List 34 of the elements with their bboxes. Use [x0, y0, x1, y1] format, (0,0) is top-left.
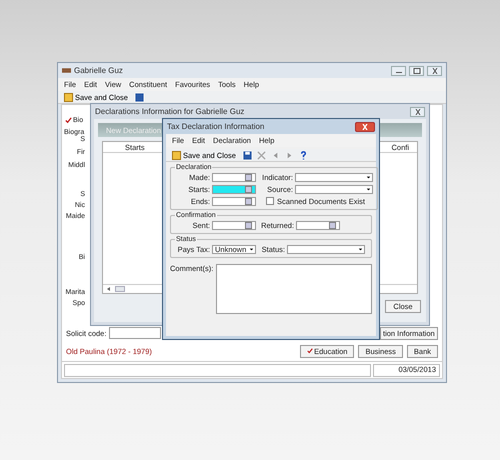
checkbox[interactable] — [266, 197, 274, 205]
save-icon — [172, 150, 181, 160]
date-field[interactable] — [212, 196, 256, 206]
comments-field[interactable] — [216, 264, 372, 314]
scrollbar-thumb[interactable] — [115, 286, 125, 292]
dropdown-arrow-icon[interactable] — [357, 246, 364, 252]
close-icon — [360, 124, 370, 130]
date-field[interactable] — [212, 220, 256, 230]
next-icon[interactable] — [284, 150, 294, 160]
window-title: Declarations Information for Gabrielle Guz — [95, 107, 244, 116]
check-icon — [307, 348, 314, 354]
date-field[interactable] — [212, 184, 256, 194]
close-button[interactable] — [410, 106, 425, 116]
save-icon — [64, 92, 73, 102]
calendar-icon[interactable] — [245, 222, 252, 228]
dropdown-field[interactable] — [295, 172, 373, 182]
date-field[interactable] — [212, 172, 256, 182]
close-icon — [412, 108, 422, 114]
dropdown-field[interactable] — [287, 244, 365, 254]
help-icon[interactable] — [298, 150, 308, 160]
close-icon — [430, 68, 440, 74]
window-title: Gabrielle Guz — [74, 66, 123, 75]
calendar-icon[interactable] — [329, 222, 336, 228]
window-title: Tax Declaration Information — [167, 122, 264, 131]
maximize-icon — [412, 68, 422, 74]
dropdown-field[interactable] — [295, 184, 373, 194]
date-field[interactable] — [296, 220, 340, 230]
close-button[interactable] — [427, 66, 442, 76]
dropdown-arrow-icon[interactable] — [248, 246, 255, 252]
close-button[interactable] — [355, 122, 375, 132]
scroll-left-arrow-icon[interactable] — [106, 286, 112, 292]
solicit-code-field[interactable] — [109, 327, 162, 339]
minimize-button[interactable] — [391, 66, 406, 76]
maximize-button[interactable] — [409, 66, 424, 76]
